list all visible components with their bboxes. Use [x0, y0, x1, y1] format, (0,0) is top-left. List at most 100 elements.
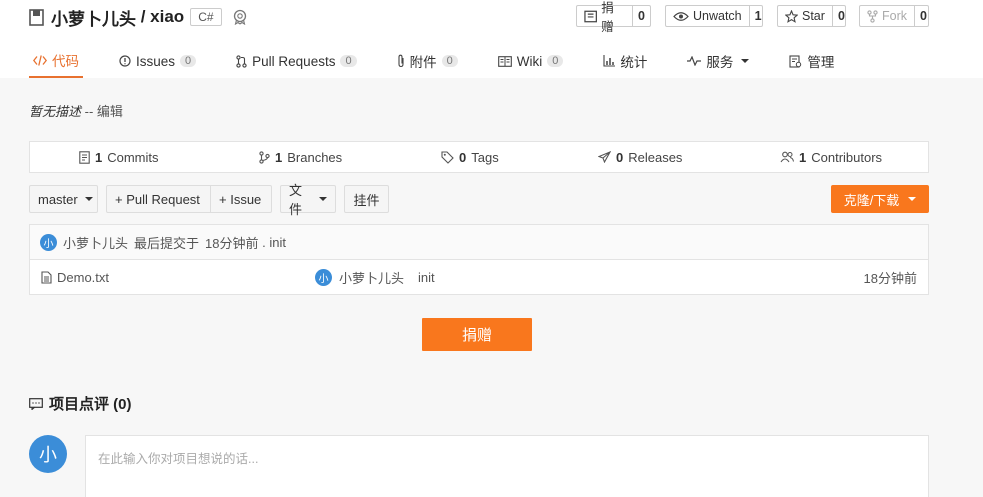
widget-label: 挂件	[353, 192, 380, 208]
new-pull-request-label: + Pull Request	[115, 191, 200, 207]
stat-branches-count: 1	[275, 149, 283, 165]
chevron-down-icon	[84, 197, 93, 201]
chevron-down-icon	[908, 197, 917, 201]
language-badge[interactable]: C#	[190, 8, 222, 26]
branch-selector[interactable]: master	[29, 185, 98, 213]
repo-owner[interactable]: 小萝卜儿头	[51, 5, 136, 30]
file-author[interactable]: 小萝卜儿头	[339, 268, 404, 287]
watch-label: Unwatch	[693, 9, 742, 23]
description-text: 暂无描述	[29, 104, 82, 119]
donate-action-button[interactable]: 捐赠 0	[576, 1, 651, 34]
edit-description-link[interactable]: 编辑	[97, 104, 123, 119]
tab-issues[interactable]: Issues 0	[115, 44, 200, 78]
comment-icon	[29, 397, 43, 410]
stat-tags[interactable]: 0 Tags	[441, 142, 499, 172]
commit-separator: .	[258, 234, 270, 250]
stat-tags-label: Tags	[471, 149, 499, 165]
file-name[interactable]: Demo.txt	[57, 270, 109, 285]
avatar[interactable]: 小	[40, 233, 57, 251]
file-commit-cell: 小 小萝卜儿头 init	[315, 260, 435, 295]
repo-tabs: 代码 Issues 0 Pull Requests 0 附件 0 Wiki 0 …	[29, 44, 870, 78]
repo-separator: /	[136, 7, 151, 26]
tab-pull-requests-count: 0	[340, 55, 357, 67]
donate-count: 0	[632, 6, 650, 26]
files-label: 文件	[289, 183, 303, 217]
commit-author[interactable]: 小萝卜儿头	[63, 233, 128, 252]
code-icon	[33, 54, 47, 66]
commit-message[interactable]: init	[269, 235, 286, 250]
paperclip-icon	[398, 54, 404, 68]
stat-releases[interactable]: 0 Releases	[598, 142, 682, 172]
stat-contributors-label: Contributors	[811, 149, 883, 165]
fork-icon	[867, 9, 878, 23]
star-count: 0	[831, 6, 850, 26]
recommend-badge-icon	[233, 9, 246, 25]
avatar[interactable]: 小	[29, 435, 67, 473]
donate-button[interactable]: 捐赠	[422, 318, 532, 351]
branch-icon	[259, 150, 270, 164]
stat-commits[interactable]: 1 Commits	[79, 142, 159, 172]
watch-button[interactable]: Unwatch 1	[665, 5, 763, 27]
tab-issues-label: Issues	[136, 53, 176, 69]
file-icon	[41, 271, 52, 284]
tab-pull-requests[interactable]: Pull Requests 0	[232, 44, 360, 78]
tab-services-label: 服务	[706, 55, 734, 70]
stat-commits-count: 1	[95, 149, 103, 165]
repo-description: 暂无描述 -- 编辑	[29, 101, 123, 120]
donate-icon	[584, 10, 597, 22]
fork-count: 0	[914, 6, 932, 26]
repo-title: 小萝卜儿头 / xiao C#	[29, 5, 248, 29]
tab-attachments-count: 0	[441, 55, 458, 67]
file-time: 18分钟前	[863, 271, 917, 286]
review-heading: 项目点评 (0)	[29, 393, 132, 414]
contributors-icon	[780, 151, 794, 163]
tab-code[interactable]: 代码	[29, 44, 83, 78]
stat-branches[interactable]: 1 Branches	[259, 142, 342, 172]
send-icon	[598, 151, 611, 163]
clone-download-label: 克隆/下载	[843, 192, 900, 208]
chevron-down-icon	[319, 197, 327, 201]
stat-contributors[interactable]: 1 Contributors	[780, 142, 882, 172]
pull-request-icon	[236, 54, 247, 68]
new-issue-button[interactable]: + Issue	[210, 185, 272, 213]
stat-contributors-count: 1	[799, 149, 807, 165]
pulse-icon	[687, 56, 702, 66]
review-title: 项目点评 (0)	[49, 396, 132, 413]
tab-issues-count: 0	[180, 55, 197, 67]
tab-code-label: 代码	[52, 54, 79, 69]
commit-label: 最后提交于	[134, 235, 200, 251]
tag-icon	[441, 150, 454, 164]
tab-manage-label: 管理	[807, 55, 835, 70]
list-item[interactable]: Demo.txt 小 小萝卜儿头 init 18分钟前	[30, 260, 928, 295]
tab-statistics[interactable]: 统计	[599, 44, 651, 78]
new-issue-label: + Issue	[219, 191, 262, 207]
repo-name[interactable]: xiao	[150, 7, 184, 27]
description-separator: --	[81, 104, 97, 119]
new-pull-request-button[interactable]: + Pull Request	[106, 185, 211, 213]
commit-time: 18分钟前	[205, 235, 259, 251]
watch-count: 1	[748, 6, 767, 26]
tab-wiki[interactable]: Wiki 0	[494, 44, 568, 78]
tab-attachments[interactable]: 附件 0	[393, 44, 462, 78]
fork-button[interactable]: Fork 0	[859, 5, 929, 27]
tab-services[interactable]: 服务	[683, 44, 753, 78]
file-time-cell: 18分钟前	[864, 260, 917, 295]
widget-button[interactable]: 挂件	[344, 185, 389, 213]
stat-releases-count: 0	[616, 149, 624, 165]
manage-icon	[789, 54, 802, 68]
clone-download-button[interactable]: 克隆/下载	[831, 185, 929, 213]
files-dropdown[interactable]: 文件	[280, 183, 336, 217]
donate-label: 捐赠	[601, 1, 614, 34]
tab-manage[interactable]: 管理	[785, 44, 838, 78]
bar-chart-icon	[603, 55, 616, 67]
tab-statistics-label: 统计	[620, 55, 648, 70]
chevron-down-icon	[741, 59, 750, 63]
file-commit-message[interactable]: init	[418, 270, 435, 285]
review-comment-input[interactable]: 在此输入你对项目想说的话...	[85, 435, 929, 497]
branch-name: master	[38, 191, 78, 207]
fork-label: Fork	[882, 9, 907, 23]
stat-tags-count: 0	[459, 149, 467, 165]
file-browser: 小 小萝卜儿头 最后提交于 18分钟前 . init Demo.txt 小 小萝…	[29, 224, 929, 295]
star-button[interactable]: Star 0	[777, 5, 846, 27]
avatar[interactable]: 小	[315, 269, 332, 286]
